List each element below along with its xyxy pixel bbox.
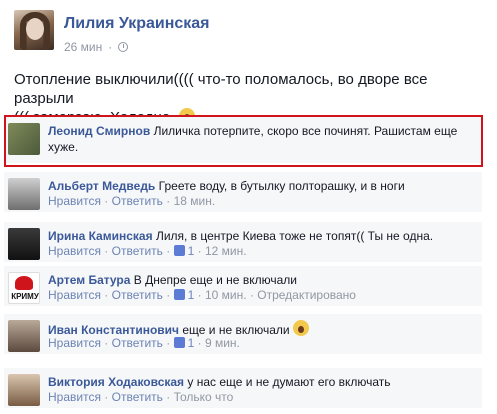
comment-time[interactable]: 9 мин. xyxy=(205,336,240,350)
comment-time[interactable]: 10 мин. xyxy=(205,288,247,302)
like-count-icon xyxy=(173,289,185,300)
like-count-icon xyxy=(173,245,185,256)
comment: Иван Константинович еще и не включали Нр… xyxy=(4,314,482,354)
commenter-name[interactable]: Артем Батура xyxy=(48,273,130,287)
smile-emoji-icon xyxy=(292,320,309,336)
highlight-box xyxy=(4,115,483,167)
like-count[interactable]: 1 xyxy=(188,336,195,350)
comment-body: Альберт Медведь Греете воду, в бутылку п… xyxy=(48,179,405,193)
commenter-name[interactable]: Иван Константинович xyxy=(48,323,179,337)
post-meta: 26 мин · xyxy=(64,40,129,54)
commenter-avatar[interactable] xyxy=(8,320,40,352)
like-link[interactable]: Нравится xyxy=(48,390,101,404)
comment-actions: Нравится · Ответить · 1 · 9 мин. xyxy=(48,336,240,350)
commenter-avatar[interactable] xyxy=(8,178,40,210)
edited-label[interactable]: Отредактировано xyxy=(257,288,356,302)
reply-link[interactable]: Ответить xyxy=(112,288,163,302)
comment-body: Артем Батура В Днепре еще и не включали xyxy=(48,273,297,287)
avatar-label: КРИМУ xyxy=(11,292,39,301)
commenter-name[interactable]: Ирина Каминская xyxy=(48,229,153,243)
commenter-name[interactable]: Альберт Медведь xyxy=(48,179,155,193)
commenter-name[interactable]: Виктория Ходаковская xyxy=(48,375,184,389)
comment-actions: Нравится · Ответить · 18 мин. xyxy=(48,194,216,208)
like-link[interactable]: Нравится xyxy=(48,288,101,302)
like-link[interactable]: Нравится xyxy=(48,194,101,208)
comment-time[interactable]: 18 мин. xyxy=(174,194,216,208)
comment-time[interactable]: 12 мин. xyxy=(205,244,247,258)
like-link[interactable]: Нравится xyxy=(48,244,101,258)
comment: Виктория Ходаковская у нас еще и не дума… xyxy=(4,368,482,408)
comment: Ирина Каминская Лиля, в центре Киева тож… xyxy=(4,222,482,262)
like-count[interactable]: 1 xyxy=(188,288,195,302)
comment-body: Ирина Каминская Лиля, в центре Киева тож… xyxy=(48,229,434,243)
reply-link[interactable]: Ответить xyxy=(112,390,163,404)
commenter-avatar[interactable] xyxy=(8,228,40,260)
post-time[interactable]: 26 мин xyxy=(64,40,102,54)
post-header: Лилия Украинская 26 мин · xyxy=(14,10,484,60)
like-count-icon xyxy=(173,337,185,348)
comment-actions: Нравится · Ответить · 1 · 10 мин. · Отре… xyxy=(48,288,356,302)
author-avatar[interactable] xyxy=(14,10,54,50)
comment-body: Виктория Ходаковская у нас еще и не дума… xyxy=(48,375,391,389)
comment-time[interactable]: Только что xyxy=(174,390,234,404)
reply-link[interactable]: Ответить xyxy=(112,194,163,208)
comment: КРИМУ Артем Батура В Днепре еще и не вкл… xyxy=(4,266,482,306)
comment: Альберт Медведь Греете воду, в бутылку п… xyxy=(4,172,482,212)
reply-link[interactable]: Ответить xyxy=(112,336,163,350)
commenter-avatar[interactable]: КРИМУ xyxy=(8,272,40,304)
comment-actions: Нравится · Ответить · Только что xyxy=(48,390,234,404)
audience-icon[interactable] xyxy=(118,42,129,52)
like-link[interactable]: Нравится xyxy=(48,336,101,350)
author-name[interactable]: Лилия Украинская xyxy=(64,15,210,33)
comment-actions: Нравится · Ответить · 1 · 12 мин. xyxy=(48,244,247,258)
commenter-avatar[interactable] xyxy=(8,374,40,406)
like-count[interactable]: 1 xyxy=(188,244,195,258)
reply-link[interactable]: Ответить xyxy=(112,244,163,258)
